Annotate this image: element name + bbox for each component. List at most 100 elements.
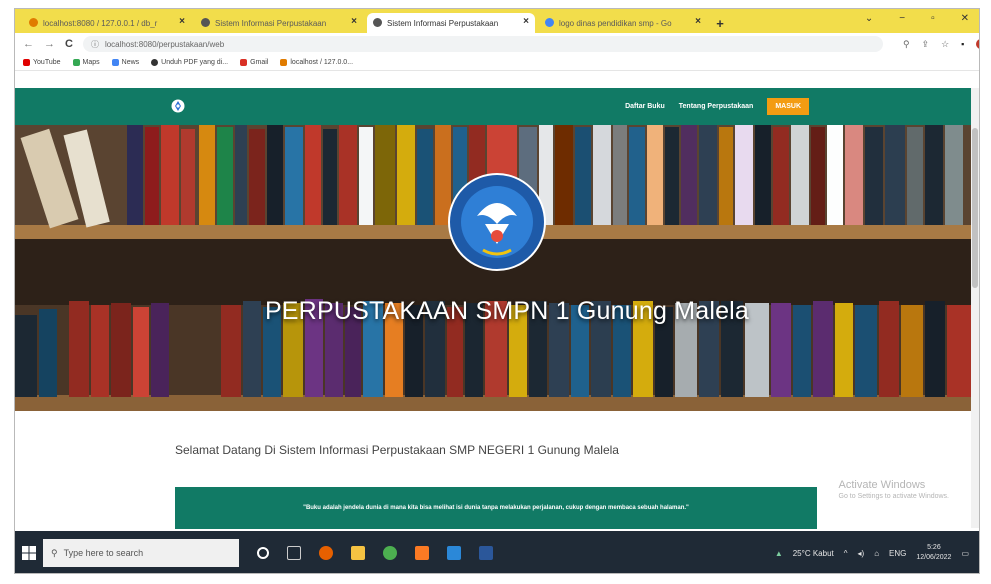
phpmyadmin-icon — [280, 59, 288, 66]
activate-windows-watermark: Activate Windows Go to Settings to activ… — [839, 479, 950, 503]
tab-search-icon[interactable]: ⌄ — [865, 13, 873, 24]
bookmark-maps[interactable]: Maps — [72, 59, 100, 66]
network-icon[interactable]: ⌂ — [874, 549, 879, 558]
sidepanel-icon[interactable]: ▪ — [961, 39, 964, 50]
photos-icon[interactable] — [447, 546, 461, 560]
firefox-icon[interactable] — [319, 546, 333, 560]
close-window-icon[interactable]: ✕ — [961, 13, 969, 24]
welcome-text: Selamat Datang Di Sistem Informasi Perpu… — [175, 443, 619, 457]
new-tab-button[interactable]: + — [711, 13, 729, 33]
search-placeholder: Type here to search — [63, 548, 144, 558]
address-url: localhost:8080/perpustakaan/web — [104, 39, 225, 49]
google-favicon-icon — [545, 18, 554, 27]
maps-icon — [72, 59, 80, 66]
clock-date: 12/06/2022 — [916, 554, 952, 561]
address-bar[interactable]: ⓘ localhost:8080/perpustakaan/web — [82, 36, 883, 52]
windows-taskbar: ⚲ Type here to search ▲ 25°C Kabut ^ ◂) … — [15, 531, 979, 573]
bookmark-label: Gmail — [250, 59, 269, 66]
tut-wuri-handayani-logo — [448, 173, 546, 271]
browser-tab-strip: localhost:8080 / 127.0.0.1 / db_r × Sist… — [15, 9, 979, 33]
forward-arrow-icon[interactable]: → — [44, 38, 55, 50]
bookmark-youtube[interactable]: YouTube — [23, 59, 61, 66]
site-navbar: Daftar Buku Tentang Perpustakaan MASUK — [15, 88, 979, 125]
back-arrow-icon[interactable]: ← — [23, 38, 34, 50]
browser-tab-phpmyadmin[interactable]: localhost:8080 / 127.0.0.1 / db_r × — [23, 13, 191, 33]
weather-text[interactable]: 25°C Kabut — [793, 549, 834, 558]
chevron-up-icon[interactable]: ^ — [844, 549, 848, 558]
tab-title: localhost:8080 / 127.0.0.1 / db_r — [43, 18, 158, 28]
screenshot-frame: localhost:8080 / 127.0.0.1 / db_r × Sist… — [14, 8, 980, 574]
bookmark-label: Maps — [82, 59, 100, 66]
search-icon: ⚲ — [51, 547, 58, 558]
maximize-icon[interactable]: ▫ — [931, 13, 935, 24]
watermark-subtitle: Go to Settings to activate Windows. — [838, 493, 950, 500]
file-explorer-icon[interactable] — [351, 546, 365, 560]
news-icon — [111, 59, 119, 66]
globe-favicon-icon — [373, 18, 382, 27]
bookmark-gmail[interactable]: Gmail — [240, 59, 268, 66]
watermark-title: Activate Windows — [838, 479, 926, 491]
page-scrollbar[interactable] — [971, 88, 979, 528]
bookmark-label: News — [121, 59, 140, 66]
chrome-icon[interactable] — [383, 546, 397, 560]
gmail-icon — [240, 59, 248, 66]
bookmark-label: YouTube — [33, 59, 61, 66]
system-tray: ▲ 25°C Kabut ^ ◂) ⌂ ENG 5:26 12/06/2022 … — [775, 531, 969, 573]
clock-time: 5:26 — [927, 544, 941, 551]
globe-favicon-icon — [201, 18, 210, 27]
reload-icon[interactable]: C — [65, 38, 73, 50]
bookmark-news[interactable]: News — [111, 59, 140, 66]
profile-avatar[interactable] — [976, 38, 979, 49]
xampp-icon[interactable] — [415, 546, 429, 560]
weather-icon[interactable]: ▲ — [775, 549, 783, 558]
bookmark-localhost[interactable]: localhost / 127.0.0... — [280, 59, 353, 66]
close-tab-icon[interactable]: × — [695, 16, 701, 27]
phpmyadmin-favicon-icon — [29, 18, 38, 27]
task-view-icon[interactable] — [287, 546, 301, 560]
windows-start-button[interactable] — [15, 531, 43, 573]
browser-toolbar: ← → C ⓘ localhost:8080/perpustakaan/web … — [15, 33, 979, 55]
share-icon[interactable]: ⇪ — [922, 39, 930, 50]
bookmarks-bar: YouTube Maps News Unduh PDF yang di... G… — [15, 55, 979, 71]
globe-icon — [151, 59, 159, 66]
website-viewport: Daftar Buku Tentang Perpustakaan MASUK P… — [15, 88, 979, 528]
login-button[interactable]: MASUK — [767, 98, 809, 115]
minimize-icon[interactable]: − — [899, 13, 905, 24]
scrollbar-thumb[interactable] — [972, 128, 978, 288]
browser-tab-sistem-active[interactable]: Sistem Informasi Perpustakaan × — [367, 13, 535, 33]
nav-link-daftar-buku[interactable]: Daftar Buku — [625, 103, 665, 110]
bookmark-label: localhost / 127.0.0... — [290, 59, 354, 66]
bookmark-label: Unduh PDF yang di... — [161, 59, 229, 66]
volume-icon[interactable]: ◂) — [858, 549, 865, 558]
window-controls: ⌄ − ▫ ✕ — [865, 13, 969, 24]
tab-title: Sistem Informasi Perpustakaan — [387, 18, 499, 28]
info-icon[interactable]: ⓘ — [91, 39, 99, 50]
nav-link-tentang[interactable]: Tentang Perpustakaan — [679, 103, 754, 110]
cortana-icon[interactable] — [257, 547, 269, 559]
zoom-icon[interactable]: ⚲ — [903, 39, 910, 50]
clock[interactable]: 5:26 12/06/2022 — [916, 543, 951, 563]
word-icon[interactable] — [479, 546, 493, 560]
browser-tab-sistem-1[interactable]: Sistem Informasi Perpustakaan × — [195, 13, 363, 33]
youtube-icon — [23, 59, 30, 66]
taskbar-apps — [257, 546, 493, 560]
close-tab-icon[interactable]: × — [179, 16, 185, 27]
toolbar-icons: ⚲ ⇪ ☆ ▪ ⋮ — [903, 38, 979, 50]
close-tab-icon[interactable]: × — [351, 16, 357, 27]
bookmark-pdf[interactable]: Unduh PDF yang di... — [151, 59, 228, 66]
tab-title: logo dinas pendidikan smp - Go — [559, 18, 672, 28]
bookmark-star-icon[interactable]: ☆ — [941, 39, 949, 50]
tab-title: Sistem Informasi Perpustakaan — [215, 18, 327, 28]
browser-tab-google-search[interactable]: logo dinas pendidikan smp - Go × — [539, 13, 707, 33]
windows-logo-icon — [22, 546, 36, 560]
site-logo-icon[interactable] — [171, 99, 185, 113]
notifications-icon[interactable]: ▭ — [961, 549, 969, 558]
hero-title: PERPUSTAKAAN SMPN 1 Gunung Malela — [264, 297, 750, 325]
quote-banner: "Buku adalah jendela dunia di mana kita … — [175, 487, 817, 529]
taskbar-search-box[interactable]: ⚲ Type here to search — [43, 539, 239, 567]
quote-text: "Buku adalah jendela dunia di mana kita … — [303, 505, 689, 511]
language-indicator[interactable]: ENG — [889, 549, 906, 558]
hero-banner: PERPUSTAKAAN SMPN 1 Gunung Malela — [15, 125, 979, 411]
nav-links: Daftar Buku Tentang Perpustakaan MASUK — [625, 88, 809, 125]
close-tab-icon[interactable]: × — [523, 16, 529, 27]
